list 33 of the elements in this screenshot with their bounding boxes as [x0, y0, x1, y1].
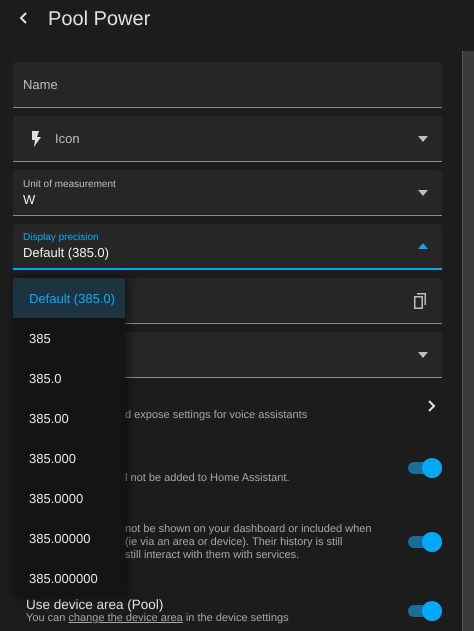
- setting-description: (ie via an area or device). Their history is still: [125, 536, 342, 548]
- menu-item[interactable]: 385.00000: [13, 518, 125, 558]
- setting-description: still interact with them with services.: [125, 548, 300, 562]
- chevron-left-icon: [19, 12, 27, 24]
- menu-item[interactable]: 385.00: [13, 398, 125, 438]
- caret-icon: [418, 190, 428, 196]
- menu-item[interactable]: 385: [13, 318, 125, 358]
- setting-title: Use device area (Pool): [26, 597, 164, 612]
- caret-icon: [418, 243, 428, 249]
- setting-description: You can change the device area in the device settings: [26, 612, 289, 625]
- setting-description: not be shown on your dashboard or included when: [125, 522, 372, 536]
- toggle-switch[interactable]: [406, 531, 442, 553]
- toggle-switch[interactable]: [406, 600, 442, 622]
- copy-icon[interactable]: [414, 292, 428, 308]
- device-area-link[interactable]: change the device area: [68, 612, 183, 624]
- page-title: Pool Power: [48, 8, 150, 31]
- menu-item[interactable]: 385.000: [13, 438, 125, 478]
- select-field[interactable]: Display precision Default (385.0): [13, 224, 442, 270]
- setting-description: l not be added to Home Assistant.: [125, 472, 290, 484]
- scrollbar[interactable]: [462, 51, 474, 631]
- caret-icon: [418, 136, 428, 142]
- menu-item[interactable]: 385.000000: [13, 558, 125, 598]
- caret-icon: [418, 352, 428, 358]
- menu-item[interactable]: Default (385.0): [13, 278, 125, 318]
- chevron-right-icon[interactable]: [428, 400, 436, 412]
- lightning-icon: [31, 130, 41, 146]
- name-field[interactable]: Name: [13, 62, 442, 108]
- select-field[interactable]: Unit of measurement W: [13, 170, 442, 216]
- setting-description: d expose settings for voice assistants: [125, 408, 308, 422]
- toggle-switch[interactable]: [406, 457, 442, 479]
- icon-field[interactable]: Icon: [13, 116, 442, 162]
- menu-item[interactable]: 385.0000: [13, 478, 125, 518]
- menu-item[interactable]: 385.0: [13, 358, 125, 398]
